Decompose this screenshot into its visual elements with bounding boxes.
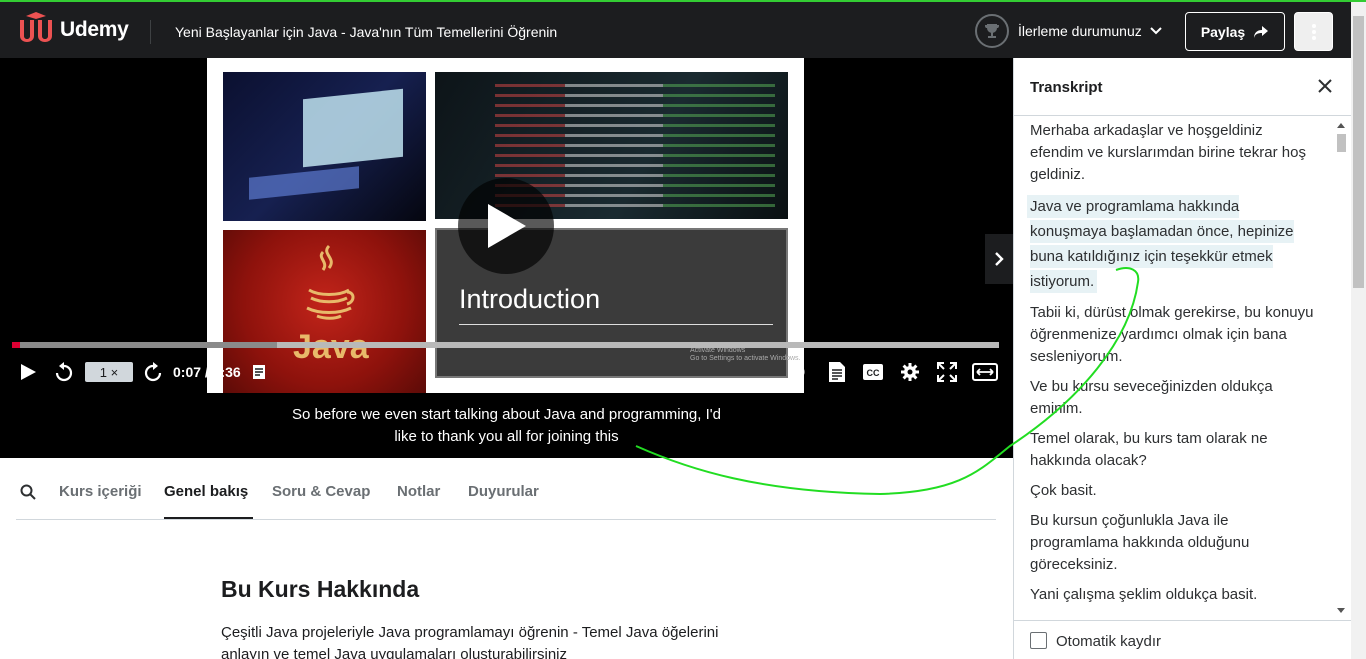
forward-icon — [144, 362, 162, 382]
transcript-list: Merhaba arkadaşlar ve hoşgeldiniz efendi… — [1014, 120, 1334, 620]
close-transcript-button[interactable] — [1316, 77, 1334, 100]
autoscroll-label: Otomatik kaydır — [1056, 633, 1162, 650]
keyboard-shape — [249, 166, 359, 200]
course-title[interactable]: Yeni Başlayanlar için Java - Java'nın Tü… — [175, 24, 557, 40]
transcript-toggle-button[interactable] — [825, 358, 849, 386]
note-icon — [253, 365, 265, 379]
play-icon — [488, 204, 526, 248]
course-tabs: Kurs içeriği Genel bakış Soru & Cevap No… — [16, 466, 996, 520]
seek-bar[interactable] — [12, 342, 999, 348]
playback-rate-button[interactable]: 1 × — [85, 362, 133, 382]
autoscroll-checkbox[interactable] — [1030, 632, 1047, 649]
transcript-cue[interactable]: Yani çalışma şeklim oldukça basit. — [1014, 584, 1334, 606]
cue-text: Merhaba arkadaşlar ve hoşgeldiniz efendi… — [1030, 122, 1306, 183]
share-arrow-icon — [1254, 25, 1269, 38]
udemy-logo-icon — [20, 12, 52, 42]
time-display: 0:07 / 8:36 — [173, 364, 241, 380]
expand-button[interactable] — [971, 358, 999, 386]
tab-overview[interactable]: Genel bakış — [164, 483, 248, 500]
captions-button[interactable]: CC — [861, 358, 885, 386]
transcript-footer: Otomatik kaydır — [1014, 620, 1352, 659]
scroll-down-arrow-icon — [1337, 608, 1345, 613]
scroll-up-arrow-icon — [1337, 123, 1345, 128]
about-title: Bu Kurs Hakkında — [221, 576, 420, 602]
play-small-icon — [21, 364, 36, 380]
caption-line-1: So before we even start talking about Ja… — [292, 406, 721, 423]
transcript-cue[interactable]: Ve bu kursu seveceğinizden oldukça emini… — [1014, 376, 1334, 420]
header-divider — [150, 20, 151, 44]
buffered-bar — [12, 342, 277, 348]
share-button[interactable]: Paylaş — [1185, 12, 1285, 51]
cue-text: Ve bu kursu seveceğinizden oldukça emini… — [1030, 378, 1273, 417]
video-player[interactable]: Java Introduction Activate Windows Go to… — [0, 58, 1013, 458]
transcript-cue[interactable]: Çok basit. — [1014, 480, 1334, 502]
about-description: Çeşitli Java projeleriyle Java programla… — [221, 624, 719, 659]
volume-icon — [790, 365, 805, 379]
chevron-down-icon — [1150, 27, 1162, 35]
rewind-icon — [55, 362, 73, 382]
progress-dropdown[interactable]: İlerleme durumunuz — [975, 14, 1162, 48]
close-icon — [1318, 79, 1332, 93]
gear-icon — [901, 363, 919, 381]
cue-text: Tabii ki, dürüst olmak gerekirse, bu kon… — [1030, 304, 1314, 365]
forward-button[interactable] — [141, 358, 165, 386]
transcript-scroll-thumb[interactable] — [1337, 134, 1346, 152]
note-button[interactable] — [249, 358, 271, 386]
transcript-cue[interactable]: Tabii ki, dürüst olmak gerekirse, bu kon… — [1014, 302, 1334, 368]
trophy-icon — [975, 14, 1009, 48]
transcript-cue[interactable]: Bu kursun çoğunlukla Java ile programlam… — [1014, 510, 1334, 576]
video-caption: So before we even start talking about Ja… — [0, 404, 1013, 448]
svg-text:CC: CC — [867, 368, 880, 378]
transcript-cue-active[interactable]: Java ve programlama hakkında konuşmaya b… — [1014, 194, 1334, 294]
transcript-header: Transkript — [1014, 58, 1352, 116]
play-overlay-button[interactable] — [458, 178, 554, 274]
expand-horizontal-icon — [972, 363, 998, 381]
tab-course-content[interactable]: Kurs içeriği — [59, 483, 142, 500]
transcript-icon — [829, 362, 845, 382]
active-tab-indicator — [164, 517, 253, 519]
page-scrollbar[interactable] — [1351, 2, 1366, 659]
slide-heading-underline — [459, 324, 773, 325]
monitor-shape — [303, 88, 403, 168]
brand-name: Udemy — [60, 18, 129, 41]
udemy-logo[interactable]: Udemy — [16, 12, 129, 48]
player-controls: 1 × 0:07 / 8:36 CC — [0, 358, 1013, 386]
watermark-line-1: Activate Windows — [690, 347, 746, 354]
top-header: Udemy Yeni Başlayanlar için Java - Java'… — [0, 0, 1366, 58]
next-lecture-button[interactable] — [985, 234, 1013, 284]
transcript-panel: Transkript Merhaba arkadaşlar ve hoşgeld… — [1013, 58, 1352, 659]
share-label: Paylaş — [1200, 23, 1246, 40]
tab-qa[interactable]: Soru & Cevap — [272, 483, 370, 500]
settings-button[interactable] — [898, 358, 922, 386]
transcript-title: Transkript — [1030, 79, 1103, 96]
java-cup-icon — [306, 244, 355, 320]
more-options-button[interactable] — [1294, 12, 1333, 51]
transcript-scrollbar[interactable] — [1334, 120, 1348, 620]
tab-announcements[interactable]: Duyurular — [468, 483, 539, 500]
kebab-menu-icon — [1311, 23, 1316, 40]
slide-heading: Introduction — [459, 284, 601, 314]
cue-text: Yani çalışma şeklim oldukça basit. — [1030, 586, 1258, 603]
fullscreen-icon — [937, 362, 957, 382]
chevron-right-icon — [995, 252, 1004, 266]
cue-text: Bu kursun çoğunlukla Java ile programlam… — [1030, 512, 1250, 573]
search-icon — [20, 484, 36, 500]
play-button[interactable] — [16, 358, 40, 386]
volume-button[interactable] — [787, 358, 811, 386]
computer-photo — [223, 72, 426, 221]
transcript-cue[interactable]: Temel olarak, bu kurs tam olarak ne hakk… — [1014, 428, 1334, 472]
rewind-button[interactable] — [52, 358, 76, 386]
closed-captions-icon: CC — [863, 364, 883, 380]
search-button[interactable] — [20, 484, 36, 505]
tab-notes[interactable]: Notlar — [397, 483, 440, 500]
played-bar — [12, 342, 20, 348]
cue-text: Çok basit. — [1030, 482, 1097, 499]
cue-text: Java ve programlama hakkında konuşmaya b… — [1030, 198, 1294, 290]
fullscreen-button[interactable] — [935, 358, 959, 386]
cue-text: Temel olarak, bu kurs tam olarak ne hakk… — [1030, 430, 1268, 469]
caption-line-2: like to thank you all for joining this — [394, 428, 619, 445]
transcript-cue[interactable]: Merhaba arkadaşlar ve hoşgeldiniz efendi… — [1014, 120, 1334, 186]
progress-label: İlerleme durumunuz — [1018, 23, 1142, 39]
page-scroll-thumb[interactable] — [1353, 16, 1364, 288]
